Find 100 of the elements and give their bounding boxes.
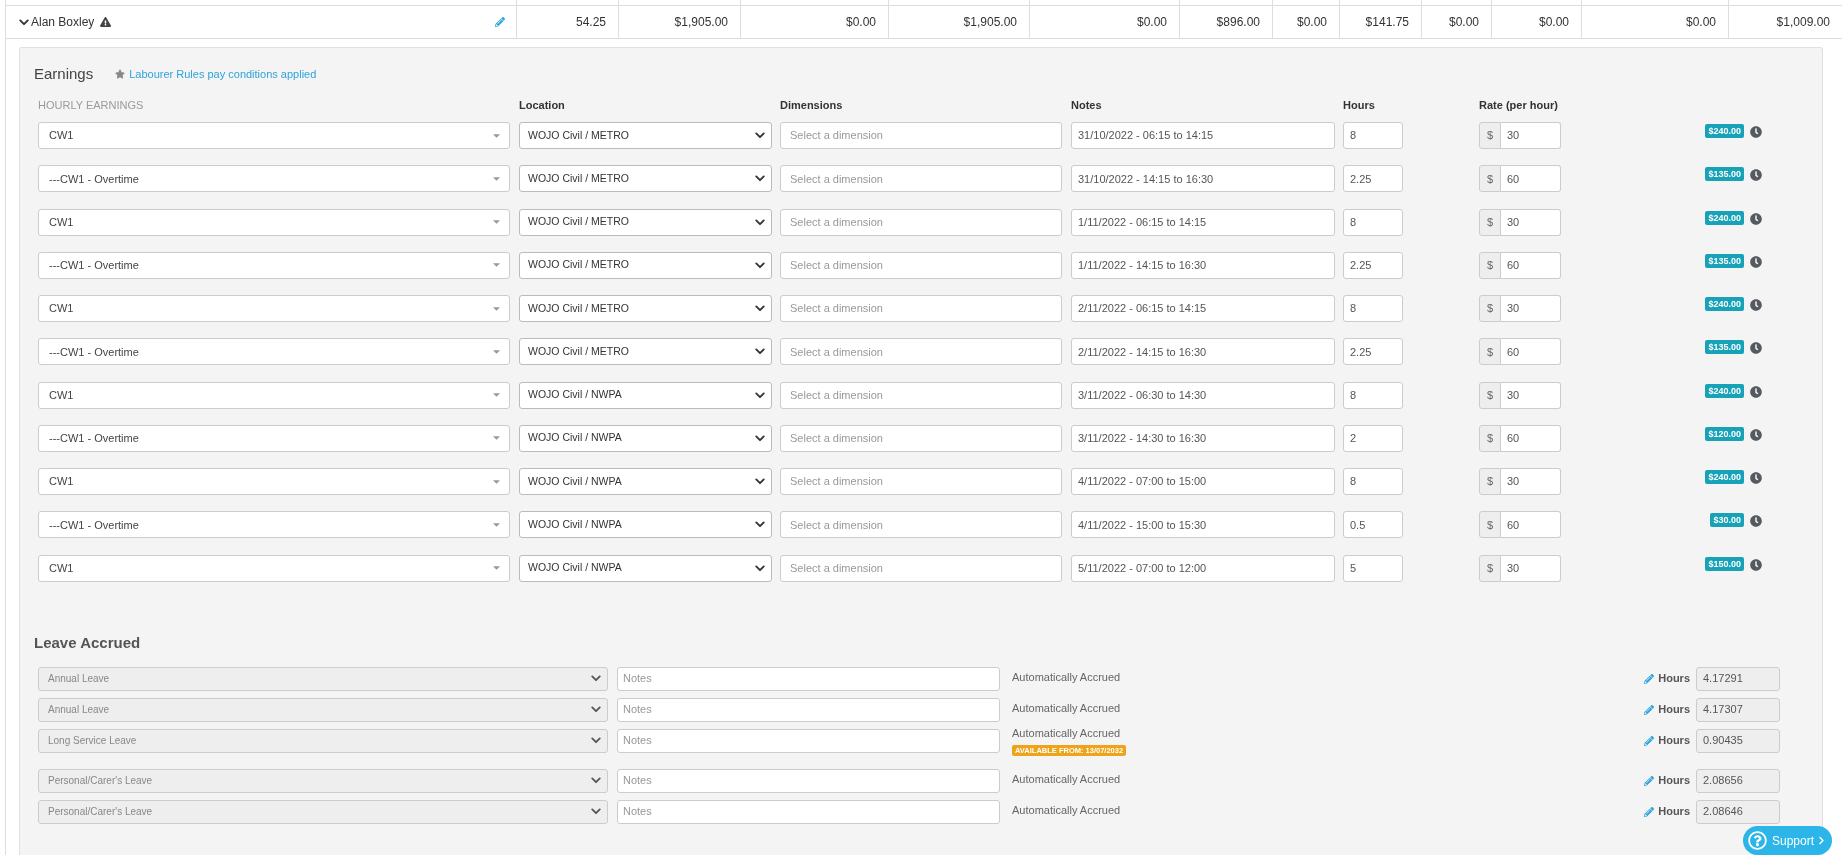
notes-field[interactable]: 5/11/2022 - 07:00 to 12:00	[1071, 554, 1335, 582]
hours-field[interactable]: 2.25	[1343, 251, 1403, 279]
edit-icon[interactable]	[1644, 673, 1655, 684]
notes-field[interactable]: 4/11/2022 - 15:00 to 15:30	[1071, 511, 1335, 539]
currency-addon: $	[1479, 295, 1501, 322]
clock-icon[interactable]	[1750, 126, 1762, 138]
clock-icon[interactable]	[1750, 212, 1762, 225]
notes-field[interactable]: 31/10/2022 - 14:15 to 16:30	[1071, 165, 1335, 193]
pay-category-select[interactable]: CW1	[38, 554, 510, 582]
location-select[interactable]: WOJO Civil / METRO	[519, 208, 772, 236]
amount-text: $0.00	[1448, 14, 1479, 31]
amount-text: $0.00	[1538, 14, 1569, 31]
edit-icon[interactable]	[1644, 704, 1655, 715]
notes-field[interactable]: 2/11/2022 - 06:15 to 14:15	[1071, 295, 1335, 322]
hours-field[interactable]: 5	[1343, 554, 1403, 582]
rate-field[interactable]: 60	[1501, 251, 1561, 279]
currency-addon: $	[1479, 424, 1501, 452]
hours-label: Hours	[1658, 733, 1690, 749]
pay-category-select[interactable]: ---CW1 - Overtime	[38, 165, 510, 193]
edit-icon[interactable]	[1644, 735, 1655, 746]
clock-icon[interactable]	[1750, 255, 1762, 268]
location-select[interactable]: WOJO Civil / NWPA	[519, 424, 772, 452]
hours-label: Hours	[1658, 671, 1690, 687]
warning-icon	[100, 17, 112, 27]
notes-field[interactable]: 1/11/2022 - 14:15 to 16:30	[1071, 251, 1335, 279]
employee-name[interactable]: Alan Boxley	[31, 13, 95, 31]
rate-field[interactable]: 60	[1501, 424, 1561, 452]
pay-category-select[interactable]: ---CW1 - Overtime	[38, 338, 510, 366]
clock-icon[interactable]	[1750, 385, 1762, 398]
hours-field[interactable]: 8	[1343, 295, 1403, 322]
rate-field[interactable]: 30	[1501, 122, 1561, 149]
total-badge: $240.00	[1705, 210, 1744, 225]
pay-category-select[interactable]: CW1	[38, 381, 510, 409]
hours-field[interactable]: 8	[1343, 468, 1403, 495]
notes-field[interactable]: 1/11/2022 - 06:15 to 14:15	[1071, 208, 1335, 236]
total-badge: $240.00	[1705, 124, 1744, 138]
notes-field[interactable]: 3/11/2022 - 06:30 to 14:30	[1071, 381, 1335, 409]
hours-label: Hours	[1658, 702, 1690, 718]
rate-field[interactable]: 30	[1501, 554, 1561, 582]
hours-field[interactable]: 2	[1343, 424, 1403, 452]
notes-field[interactable]: 31/10/2022 - 06:15 to 14:15	[1071, 122, 1335, 149]
rate-field[interactable]: 30	[1501, 381, 1561, 409]
clock-icon[interactable]	[1750, 515, 1762, 528]
location-select[interactable]: WOJO Civil / METRO	[519, 338, 772, 366]
edit-icon[interactable]	[495, 17, 505, 27]
clock-icon[interactable]	[1750, 558, 1762, 571]
hours-field[interactable]: 8	[1343, 122, 1403, 149]
caret-icon	[493, 220, 500, 224]
pay-category-select[interactable]: ---CW1 - Overtime	[38, 511, 510, 539]
notes-field[interactable]: 2/11/2022 - 14:15 to 16:30	[1071, 338, 1335, 366]
location-select[interactable]: WOJO Civil / METRO	[519, 295, 772, 322]
pay-category-select[interactable]: CW1	[38, 208, 510, 236]
hours-field[interactable]: 2.25	[1343, 165, 1403, 193]
column-header: Notes	[1071, 98, 1103, 112]
clock-icon[interactable]	[1750, 342, 1762, 355]
clock-icon[interactable]	[1750, 472, 1762, 484]
chevron-down-icon	[755, 564, 765, 572]
total-badge: $240.00	[1705, 383, 1744, 398]
chevron-down-icon	[755, 305, 765, 312]
location-select[interactable]: WOJO Civil / NWPA	[519, 511, 772, 539]
clock-icon[interactable]	[1750, 169, 1762, 182]
pay-category-select[interactable]: CW1	[38, 122, 510, 149]
column-header: HOURLY EARNINGS	[38, 98, 145, 112]
pay-category-select[interactable]: ---CW1 - Overtime	[38, 251, 510, 279]
hours-field[interactable]: 0.5	[1343, 511, 1403, 539]
location-select[interactable]: WOJO Civil / METRO	[519, 251, 772, 279]
notes-field[interactable]: 3/11/2022 - 14:30 to 16:30	[1071, 424, 1335, 452]
rate-field[interactable]: 30	[1501, 468, 1561, 495]
chevron-down-icon	[591, 777, 601, 784]
accrual-status: Automatically Accrued	[1012, 802, 1121, 817]
hours-field[interactable]: 2.25	[1343, 338, 1403, 366]
clock-icon[interactable]	[1750, 299, 1762, 311]
hours-field[interactable]: 8	[1343, 208, 1403, 236]
caret-icon	[493, 393, 500, 397]
help-icon	[1748, 831, 1767, 850]
amount-text: $1,009.00	[1776, 14, 1830, 31]
clock-icon[interactable]	[1750, 428, 1762, 441]
pay-category-select[interactable]: CW1	[38, 295, 510, 322]
location-select[interactable]: WOJO Civil / NWPA	[519, 468, 772, 495]
edit-icon[interactable]	[1644, 806, 1655, 817]
location-select[interactable]: WOJO Civil / METRO	[519, 165, 772, 193]
hours-field[interactable]: 8	[1343, 381, 1403, 409]
location-select[interactable]: WOJO Civil / NWPA	[519, 554, 772, 582]
location-select[interactable]: WOJO Civil / NWPA	[519, 381, 772, 409]
rate-field[interactable]: 30	[1501, 295, 1561, 322]
rate-field[interactable]: 30	[1501, 208, 1561, 236]
notes-field[interactable]: 4/11/2022 - 07:00 to 15:00	[1071, 468, 1335, 495]
pay-category-select[interactable]: ---CW1 - Overtime	[38, 424, 510, 452]
expand-chevron-icon[interactable]	[19, 18, 29, 26]
chevron-right-icon	[1818, 836, 1825, 845]
pay-category-select[interactable]: CW1	[38, 468, 510, 495]
location-select[interactable]: WOJO Civil / METRO	[519, 122, 772, 149]
amount-text: $0.00	[1136, 14, 1167, 31]
accrual-status: Automatically Accrued	[1012, 771, 1121, 786]
rate-field[interactable]: 60	[1501, 511, 1561, 539]
rate-field[interactable]: 60	[1501, 165, 1561, 193]
rate-field[interactable]: 60	[1501, 338, 1561, 366]
chevron-down-icon	[755, 261, 765, 269]
edit-icon[interactable]	[1644, 775, 1655, 786]
caret-icon	[493, 479, 500, 484]
